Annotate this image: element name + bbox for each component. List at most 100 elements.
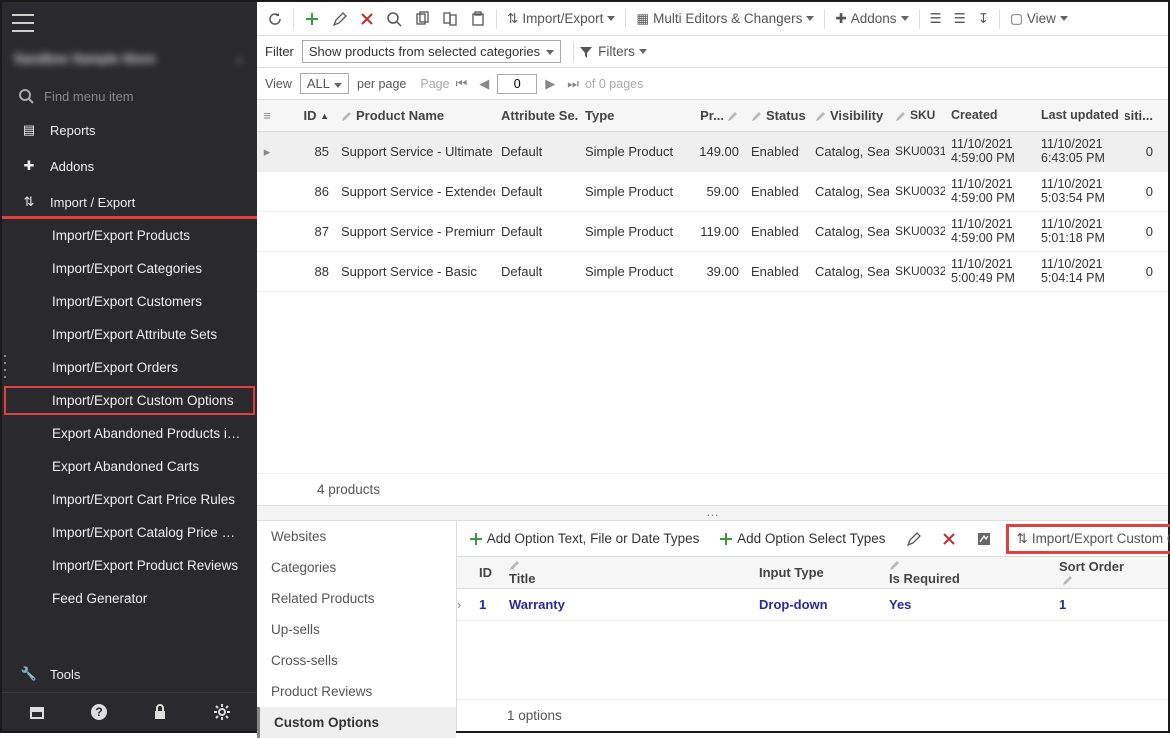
sub-export-abandoned-carts[interactable]: Export Abandoned Carts (2, 450, 257, 483)
table-row[interactable]: 86Support Service - ExtendedDefaultSimpl… (257, 172, 1168, 212)
sub-import-product-reviews[interactable]: Import/Export Product Reviews (2, 549, 257, 582)
delete-button[interactable] (354, 8, 380, 30)
option-id: 1 (479, 597, 509, 612)
delete-option-button[interactable] (936, 528, 962, 550)
col-price[interactable]: Pr... (689, 108, 745, 123)
multi-editors-dropdown[interactable]: ▦Multi Editors & Changers (630, 7, 820, 31)
sidebar-item-import-export[interactable]: ⇅ Import / Export (2, 184, 257, 219)
tab-product-reviews[interactable]: Product Reviews (257, 676, 456, 707)
clone-button[interactable] (436, 7, 464, 31)
col-attribute-set[interactable]: Attribute Se... (495, 108, 579, 123)
col-updated[interactable]: Last updated (1035, 109, 1125, 123)
help-icon[interactable]: ? (90, 703, 108, 721)
first-page-button[interactable]: ⏮ (450, 76, 474, 92)
col-option-required[interactable]: Is Required (889, 559, 1059, 586)
paste-button[interactable] (464, 7, 492, 31)
outdent-button[interactable]: ☰ (948, 7, 972, 31)
col-name[interactable]: Product Name (335, 108, 495, 123)
option-title: Warranty (509, 597, 759, 612)
sidebar-item-addons[interactable]: ✚ Addons (2, 148, 257, 184)
cell-name: Support Service - Premium (335, 224, 495, 239)
search-input[interactable] (44, 89, 194, 104)
edit-option-button[interactable] (900, 527, 928, 551)
tab-websites[interactable]: Websites (257, 521, 456, 552)
expand-icon[interactable]: › (457, 597, 479, 612)
sidebar-item-reports[interactable]: ▤ Reports (2, 112, 257, 148)
cell-name: Support Service - Extended (335, 184, 495, 199)
sub-import-cart-price-rules[interactable]: Import/Export Cart Price Rules (2, 483, 257, 516)
col-position[interactable]: Positi... (1125, 108, 1159, 123)
search-icon (18, 88, 34, 104)
next-page-button[interactable]: ▶ (539, 76, 561, 92)
multi-editor-icon: ▦ (636, 11, 649, 27)
sub-import-catalog-price-rules[interactable]: Import/Export Catalog Price Rules (2, 516, 257, 549)
option-row[interactable]: › 1 Warranty Drop-down Yes 1 (457, 589, 1168, 621)
sub-import-products[interactable]: Import/Export Products (2, 219, 257, 252)
sidebar-bottom-bar: ? (2, 692, 257, 731)
col-status[interactable]: Status (745, 108, 809, 123)
col-option-id[interactable]: ID (479, 565, 509, 580)
sort-button[interactable]: ↧ (972, 7, 995, 31)
copy-button[interactable] (408, 7, 436, 31)
cell-status: Enabled (745, 144, 809, 159)
per-page-label: per page (357, 77, 406, 91)
lock-icon[interactable] (151, 703, 169, 721)
add-button[interactable] (298, 7, 326, 31)
sub-import-customers[interactable]: Import/Export Customers (2, 285, 257, 318)
sub-feed-generator[interactable]: Feed Generator (2, 582, 257, 615)
add-option-text-button[interactable]: Add Option Text, File or Date Types (463, 527, 705, 550)
page-input[interactable] (497, 74, 537, 94)
sub-import-custom-options[interactable]: Import/Export Custom Options (2, 384, 257, 417)
hamburger-icon[interactable] (12, 14, 34, 32)
prev-page-button[interactable]: ◀ (473, 76, 495, 92)
sidebar-item-tools[interactable]: 🔧 Tools (2, 656, 257, 692)
import-export-dropdown[interactable]: ⇅Import/Export (501, 7, 621, 31)
per-page-select[interactable]: ALL (300, 73, 349, 94)
gear-icon[interactable] (213, 703, 231, 721)
filters-dropdown[interactable]: Filters (594, 40, 653, 63)
table-row[interactable]: 87Support Service - PremiumDefaultSimple… (257, 212, 1168, 252)
tab-related-products[interactable]: Related Products (257, 583, 456, 614)
menu-search[interactable] (2, 80, 257, 112)
cell-sku: SKU00321-1-1 (889, 265, 945, 278)
tab-cross-sells[interactable]: Cross-sells (257, 645, 456, 676)
col-option-sort-order[interactable]: Sort Order (1059, 559, 1168, 586)
col-id[interactable]: ID ▲ (277, 108, 335, 123)
tab-up-sells[interactable]: Up-sells (257, 614, 456, 645)
last-page-button[interactable]: ⏭ (561, 76, 585, 92)
col-sku[interactable]: SKU (889, 109, 945, 122)
indent-button[interactable]: ☰ (924, 7, 948, 31)
tab-custom-options[interactable]: Custom Options (257, 707, 456, 738)
store-selector[interactable]: Sandbox Sample Store ⌄ (2, 36, 257, 80)
import-export-custom-options-button[interactable]: ⇅Import/Export Custom Options (1011, 527, 1170, 551)
table-row[interactable]: ▸85Support Service - UltimateDefaultSimp… (257, 132, 1168, 172)
bulk-option-button[interactable] (970, 527, 998, 551)
sub-import-attribute-sets[interactable]: Import/Export Attribute Sets (2, 318, 257, 351)
addons-dropdown[interactable]: ✚Addons (829, 7, 914, 31)
sub-export-abandoned-products[interactable]: Export Abandoned Products in C... (2, 417, 257, 450)
panel-splitter[interactable]: … (257, 505, 1168, 521)
tab-categories[interactable]: Categories (257, 552, 456, 583)
cell-name: Support Service - Ultimate (335, 144, 495, 159)
resize-handle[interactable] (2, 353, 8, 381)
edit-button[interactable] (326, 7, 354, 31)
refresh-button[interactable] (261, 7, 289, 31)
options-footer: 1 options (457, 699, 1168, 731)
col-option-title[interactable]: Title (509, 559, 759, 586)
col-created[interactable]: Created (945, 109, 1035, 123)
col-option-input-type[interactable]: Input Type (759, 565, 889, 580)
import-export-icon: ⇅ (507, 11, 518, 27)
sub-import-categories[interactable]: Import/Export Categories (2, 252, 257, 285)
col-expand[interactable]: ≡ (257, 108, 277, 123)
filter-select[interactable]: Show products from selected categories (302, 40, 561, 63)
view-dropdown[interactable]: ▢View (1004, 7, 1074, 31)
table-row[interactable]: 88Support Service - BasicDefaultSimple P… (257, 252, 1168, 292)
sub-import-orders[interactable]: Import/Export Orders (2, 351, 257, 384)
archive-icon[interactable] (28, 703, 46, 721)
cell-position: 0 (1125, 184, 1159, 199)
search-button[interactable] (380, 7, 408, 31)
add-option-select-button[interactable]: Add Option Select Types (713, 527, 891, 550)
expand-icon[interactable]: ▸ (257, 144, 277, 160)
col-visibility[interactable]: Visibility (809, 108, 889, 123)
col-type[interactable]: Type (579, 108, 689, 123)
